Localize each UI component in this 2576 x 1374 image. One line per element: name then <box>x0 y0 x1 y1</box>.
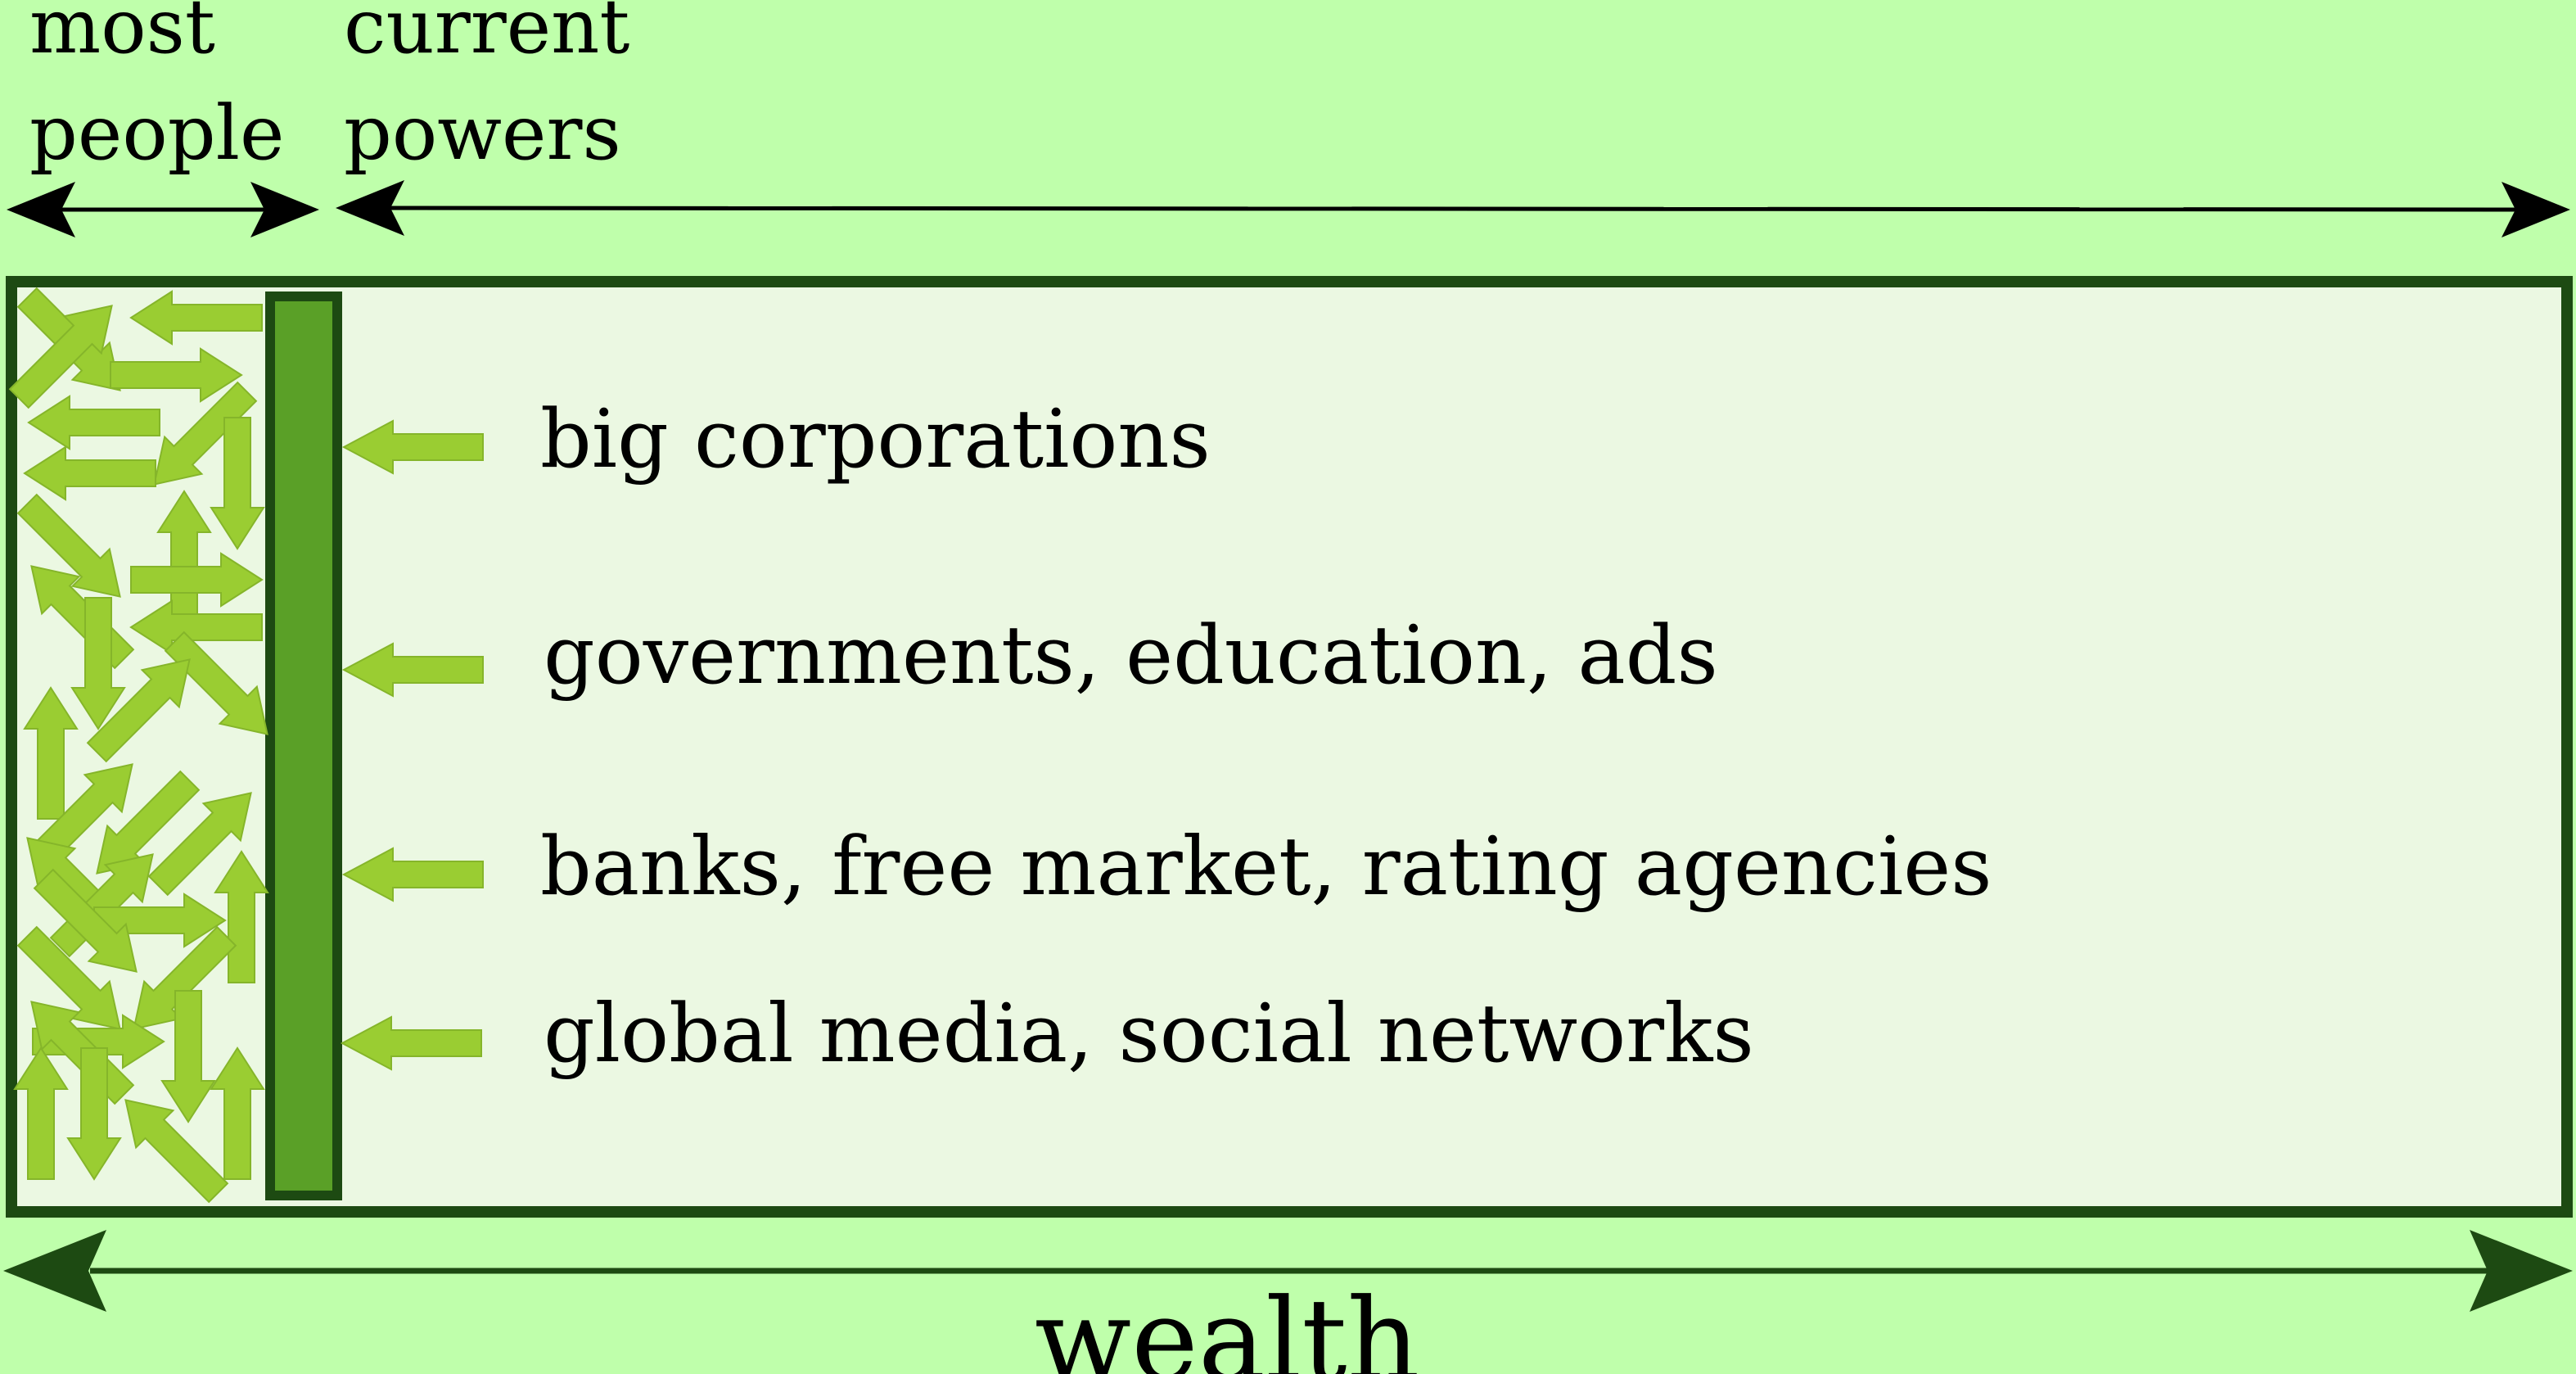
most-people-line1: most <box>29 0 215 70</box>
current-powers-line1: current <box>344 0 630 70</box>
diagram-canvas: most people current powers big corporati… <box>0 0 2576 1374</box>
power-label-big-corporations: big corporations <box>540 393 1211 486</box>
current-powers-range-arrow <box>336 180 2570 237</box>
barrier-bar <box>265 292 342 1200</box>
most-people-range-arrow <box>7 182 319 237</box>
power-label-global-media: global media, social networks <box>544 988 1754 1081</box>
most-people-line2: people <box>29 89 285 177</box>
current-powers-line2: powers <box>344 89 621 177</box>
power-label-banks: banks, free market, rating agencies <box>540 820 1992 914</box>
power-label-governments: governments, education, ads <box>544 609 1718 703</box>
wealth-axis-label: wealth <box>1035 1274 1420 1374</box>
most-people-label: most people <box>29 0 285 187</box>
current-powers-label: current powers <box>344 0 629 187</box>
